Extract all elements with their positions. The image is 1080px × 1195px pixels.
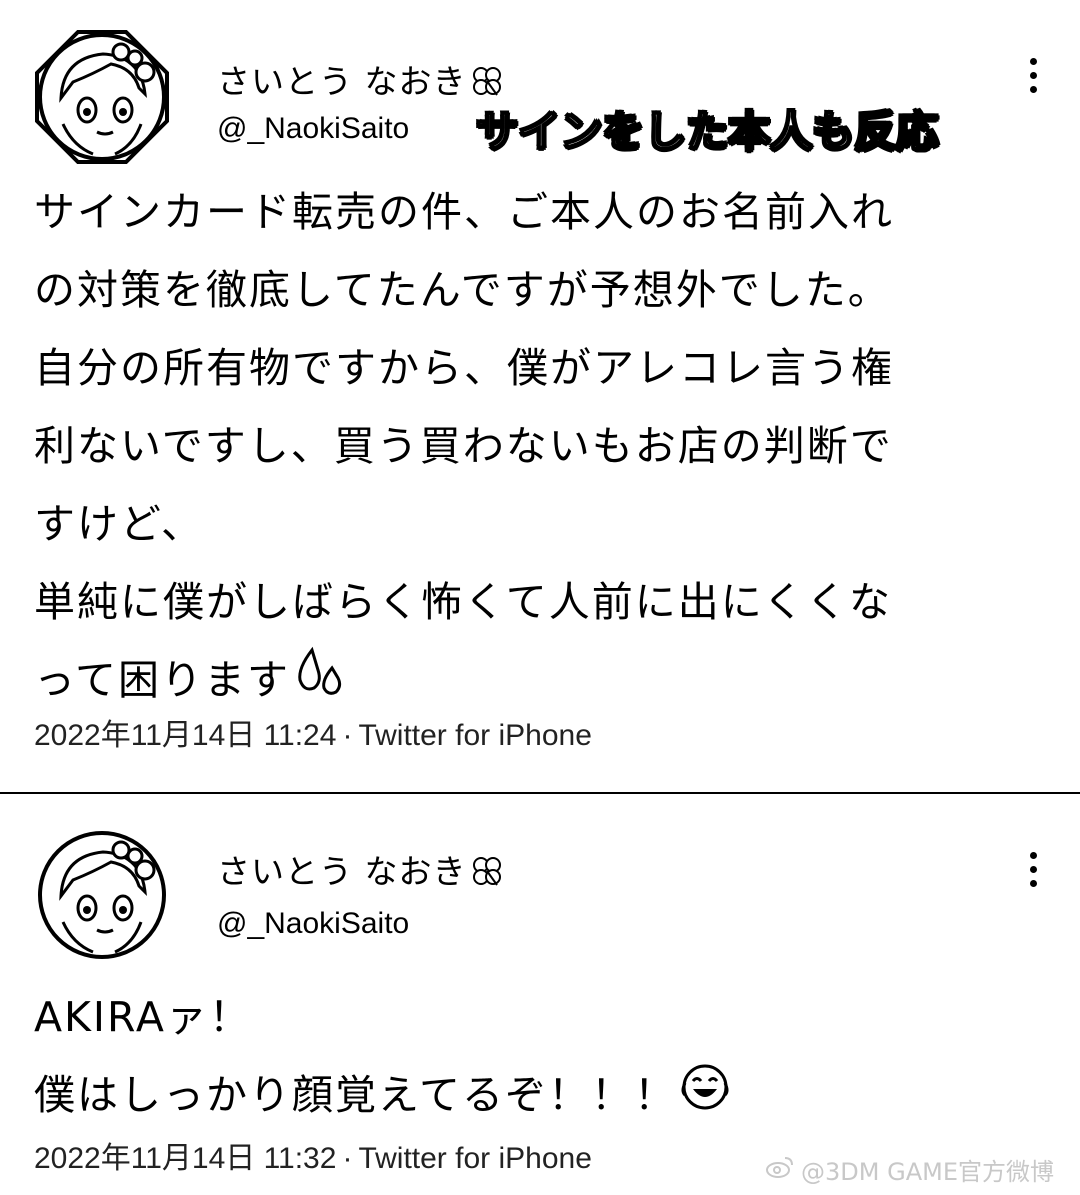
- tweet-text-line: 自分の所有物ですから、僕がアレコレ言う権: [34, 344, 894, 392]
- overlay-caption: サインをした本人も反応: [475, 106, 939, 157]
- tweet-text: AKIRAァ！ 僕はしっかり顔覚えてるぞ！！！: [34, 978, 1044, 1138]
- tweet-meta: 2022年11月14日 11:32 · Twitter for iPhone: [34, 1133, 592, 1177]
- user-handle[interactable]: @_NaokiSaito: [217, 112, 409, 146]
- tweet-text: サインカード転売の件、ご本人のお名前入れ の対策を徹底してたんですが予想外でした…: [34, 173, 1044, 723]
- tweet-text-line: 利ないですし、買う買わないもお店の判断で: [34, 422, 893, 470]
- tweet-text-line: の対策を徹底してたんですが予想外でした。: [34, 266, 891, 314]
- tweet-card: さいとう なおき @_NaokiSaito サインをした本人も反応 サインカード…: [0, 0, 1080, 792]
- display-name[interactable]: さいとう なおき: [217, 55, 505, 103]
- clover-icon: [469, 853, 505, 889]
- more-options-icon[interactable]: [1026, 852, 1040, 887]
- watermark-text: @3DM GAME官方微博: [801, 1158, 1054, 1186]
- avatar[interactable]: [33, 826, 171, 964]
- tweet-text-line-last: 僕はしっかり顔覚えてるぞ！！！: [34, 1056, 1044, 1138]
- tweet-text-line: サインカード転売の件、ご本人のお名前入れ: [34, 188, 894, 236]
- clover-icon: [469, 63, 505, 99]
- display-name-text: さいとう なおき: [217, 852, 467, 891]
- tweet-text-line: AKIRAァ！: [34, 993, 252, 1041]
- tweet-meta: 2022年11月14日 11:24 · Twitter for iPhone: [34, 710, 592, 754]
- more-options-icon[interactable]: [1026, 58, 1040, 93]
- tweet-text-line: 単純に僕がしばらく怖くて人前に出にくくな: [34, 578, 892, 626]
- tweet-source[interactable]: Twitter for iPhone: [358, 1142, 591, 1175]
- laughing-face-icon: [679, 1060, 731, 1138]
- weibo-icon: [765, 1155, 795, 1185]
- timestamp[interactable]: 2022年11月14日 11:32: [34, 1142, 336, 1175]
- timestamp[interactable]: 2022年11月14日 11:24: [34, 719, 336, 752]
- separator: ·: [342, 1142, 353, 1175]
- separator: ·: [342, 719, 353, 752]
- tweet-text-line: 僕はしっかり顔覚えてるぞ！！！: [34, 1071, 677, 1119]
- watermark: @3DM GAME官方微博: [765, 1152, 1054, 1187]
- tweet-text-line: すけど、: [34, 500, 204, 548]
- tweet-text-line: って困ります: [34, 656, 290, 704]
- display-name[interactable]: さいとう なおき: [217, 845, 505, 893]
- user-handle[interactable]: @_NaokiSaito: [217, 907, 409, 941]
- tweet-source[interactable]: Twitter for iPhone: [358, 719, 591, 752]
- avatar[interactable]: [33, 28, 171, 166]
- tweet-card: さいとう なおき @_NaokiSaito AKIRAァ！ 僕はしっかり顔覚えて…: [0, 793, 1080, 1195]
- display-name-text: さいとう なおき: [217, 62, 467, 101]
